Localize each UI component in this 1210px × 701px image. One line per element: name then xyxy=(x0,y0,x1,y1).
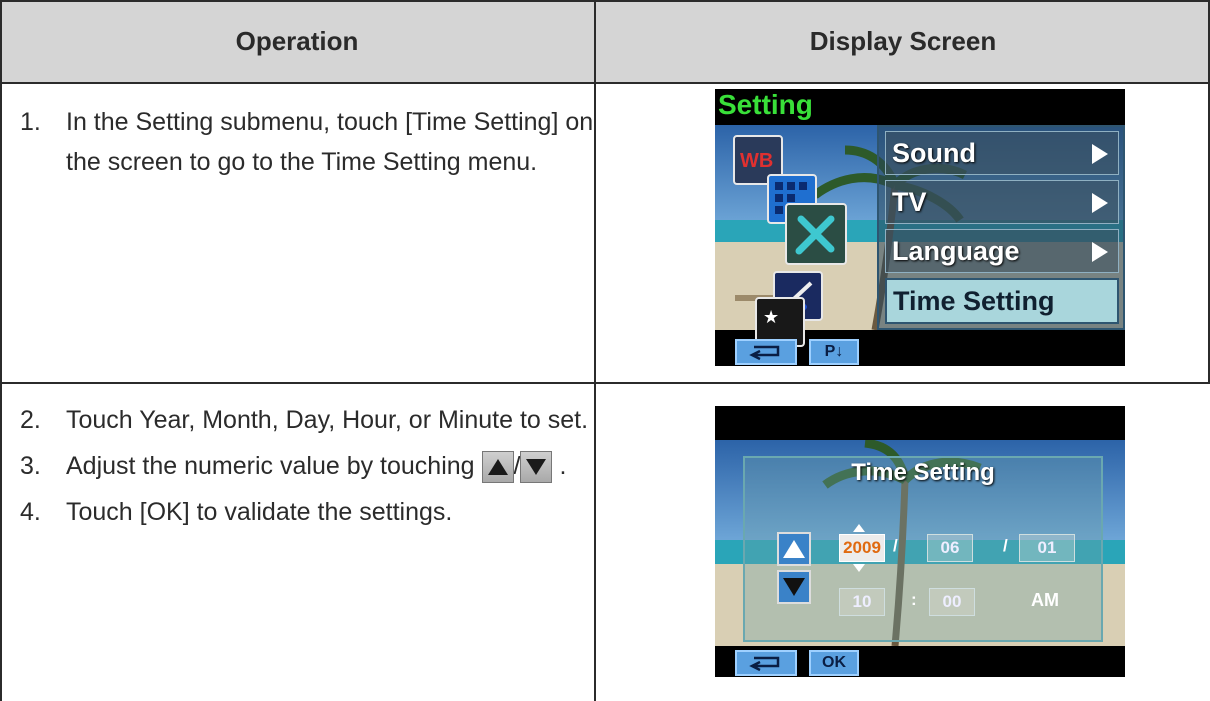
time-setting-screen: Time Setting 2009 / 06 / 01 10 : 00 AM O… xyxy=(715,406,1125,677)
chevron-right-icon xyxy=(1092,193,1108,213)
am-pm-field[interactable]: AM xyxy=(1031,590,1059,611)
step-text-after: . xyxy=(559,452,567,480)
step-text-line-2: the screen to go to the Time Setting men… xyxy=(66,148,538,176)
date-separator: / xyxy=(893,536,898,555)
step-text: Touch [OK] to validate the settings. xyxy=(66,498,453,526)
return-button[interactable] xyxy=(735,339,797,365)
month-field[interactable]: 06 xyxy=(927,534,973,562)
table-border-top xyxy=(0,0,1210,2)
table-border-row1 xyxy=(0,382,1210,384)
menu-item-language[interactable]: Language xyxy=(885,229,1119,273)
setting-menu-screen: Setting WB ★ Sound TV Language Time Sett… xyxy=(715,89,1125,366)
step-number: 4. xyxy=(20,498,41,526)
svg-text:WB: WB xyxy=(740,150,773,172)
step-number: 1. xyxy=(20,108,41,136)
menu-item-label: Sound xyxy=(892,138,976,168)
return-icon xyxy=(749,345,780,361)
year-field[interactable]: 2009 xyxy=(839,534,885,562)
up-arrow-button-icon xyxy=(481,451,514,484)
increase-button[interactable] xyxy=(777,532,811,566)
step-text-before: Adjust the numeric value by touching xyxy=(66,452,475,480)
arrow-slash: / xyxy=(513,452,521,480)
step-number: 2. xyxy=(20,406,41,434)
menu-item-sound[interactable]: Sound xyxy=(885,131,1119,175)
up-arrow-icon xyxy=(783,540,805,558)
menu-item-label: Time Setting xyxy=(893,286,1055,316)
time-separator: : xyxy=(911,590,917,609)
step-4: 4. Touch [OK] to validate the settings. xyxy=(20,492,590,532)
step-text-line-1: In the Setting submenu, touch [Time Sett… xyxy=(66,108,594,136)
day-field[interactable]: 01 xyxy=(1019,534,1075,562)
down-arrow-button-icon xyxy=(520,451,553,484)
field-up-indicator-icon xyxy=(853,524,865,532)
step-text: Touch Year, Month, Day, Hour, or Minute … xyxy=(66,406,589,434)
decrease-button[interactable] xyxy=(777,570,811,604)
field-down-indicator-icon xyxy=(853,564,865,572)
step-text: Adjust the numeric value by touching / . xyxy=(66,446,566,486)
settings-menu-list: Sound TV Language Time Setting xyxy=(877,125,1125,330)
ok-button[interactable]: OK xyxy=(809,650,859,676)
header-display-screen: Display Screen xyxy=(809,26,997,56)
menu-title: Setting xyxy=(718,89,813,120)
menu-item-label: Language xyxy=(892,236,1020,266)
step-1: 1. In the Setting submenu, touch [Time S… xyxy=(20,102,594,182)
chevron-right-icon xyxy=(1092,242,1108,262)
table-border-middle xyxy=(594,0,596,701)
menu-item-tv[interactable]: TV xyxy=(885,180,1119,224)
time-setting-dialog: Time Setting 2009 / 06 / 01 10 : 00 AM xyxy=(743,456,1103,642)
menu-item-label: TV xyxy=(892,187,927,217)
return-icon xyxy=(749,656,780,672)
minute-field[interactable]: 00 xyxy=(929,588,975,616)
menu-item-time-setting[interactable]: Time Setting xyxy=(885,278,1119,324)
table-border-header xyxy=(0,82,1210,84)
step-3: 3. Adjust the numeric value by touching … xyxy=(20,446,590,486)
hour-field[interactable]: 10 xyxy=(839,588,885,616)
page-down-button[interactable]: P↓ xyxy=(809,339,859,365)
dialog-title: Time Setting xyxy=(851,459,995,486)
tools-icon xyxy=(785,203,847,265)
header-operation: Operation xyxy=(235,26,359,56)
chevron-right-icon xyxy=(1092,144,1108,164)
step-2: 2. Touch Year, Month, Day, Hour, or Minu… xyxy=(20,400,590,440)
date-separator: / xyxy=(1003,536,1008,555)
step-number: 3. xyxy=(20,452,41,480)
return-button[interactable] xyxy=(735,650,797,676)
svg-text:★: ★ xyxy=(763,307,779,328)
down-arrow-icon xyxy=(783,578,805,596)
table-border-left xyxy=(0,0,2,701)
